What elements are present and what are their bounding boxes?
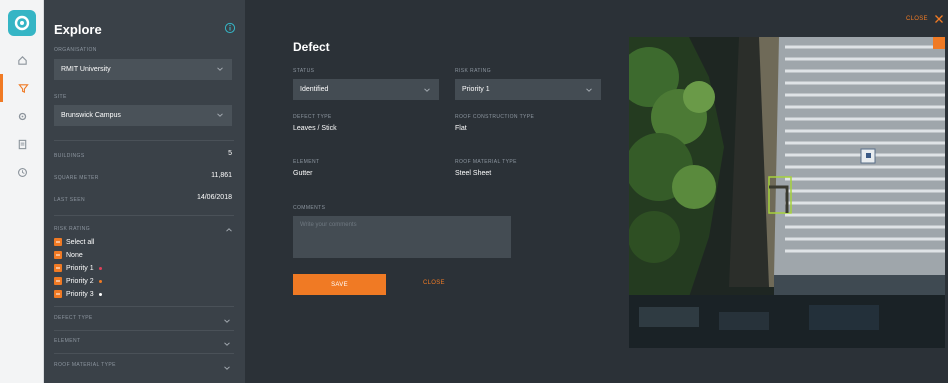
roof-construction-type-value: Flat (455, 125, 467, 132)
explore-title: Explore (54, 22, 102, 37)
risk-option-label: Select all (66, 238, 95, 246)
filter-icon[interactable] (0, 74, 44, 102)
status-label: STATUS (293, 68, 315, 74)
icon-rail (0, 0, 44, 383)
priority-dot (98, 292, 102, 296)
risk-option-priority-2[interactable]: Priority 2 (54, 276, 102, 286)
organisation-select[interactable]: RMIT University (54, 59, 232, 80)
settings-icon[interactable] (0, 102, 44, 130)
status-select[interactable]: Identified (293, 79, 439, 100)
app-logo-icon[interactable] (8, 10, 36, 36)
comments-label: COMMENTS (293, 205, 326, 211)
roof-material-type-label: ROOF MATERIAL TYPE (455, 159, 517, 165)
risk-rating-select[interactable]: Priority 1 (455, 79, 601, 100)
document-icon[interactable] (0, 130, 44, 158)
risk-option-label: Priority 3 (66, 290, 94, 298)
square-meter-value: 11,861 (211, 172, 232, 179)
divider (54, 353, 234, 354)
defect-title: Defect (293, 40, 330, 54)
chevron-down-icon (224, 319, 230, 323)
checkbox-icon[interactable] (54, 238, 62, 246)
close-button[interactable]: CLOSE (423, 280, 445, 286)
chevron-down-icon (224, 342, 230, 346)
filter-roof-material-label: ROOF MATERIAL TYPE (54, 362, 116, 368)
site-select[interactable]: Brunswick Campus (54, 105, 232, 126)
clock-icon[interactable] (0, 158, 44, 186)
divider (54, 330, 234, 331)
last-seen-label: LAST SEEN (54, 197, 86, 203)
priority-dot (98, 279, 102, 283)
risk-rating-label[interactable]: RISK RATING (54, 226, 90, 232)
priority-dot (98, 266, 102, 270)
risk-option-label: Priority 2 (66, 277, 94, 285)
roof-material-type-value: Steel Sheet (455, 170, 492, 177)
save-button[interactable]: SAVE (293, 274, 386, 295)
chevron-down-icon (224, 366, 230, 370)
checkbox-icon[interactable] (54, 277, 62, 285)
status-value: Identified (300, 86, 329, 93)
roof-construction-type-label: ROOF CONSTRUCTION TYPE (455, 114, 535, 120)
filter-element[interactable]: ELEMENT (54, 338, 234, 348)
chevron-down-icon (217, 113, 223, 117)
divider (54, 215, 234, 216)
checkbox-icon[interactable] (54, 251, 62, 259)
element-value: Gutter (293, 170, 313, 177)
defect-type-label: DEFECT TYPE (293, 114, 332, 120)
risk-option-priority-1[interactable]: Priority 1 (54, 263, 102, 273)
explore-panel: Explore ORGANISATION RMIT University SIT… (44, 0, 245, 383)
filter-defect-type[interactable]: DEFECT TYPE (54, 315, 234, 325)
filter-element-label: ELEMENT (54, 338, 81, 344)
roof-aerial-image (629, 37, 945, 348)
info-icon[interactable] (224, 21, 236, 34)
risk-rating-value: Priority 1 (462, 86, 490, 93)
defect-photo (629, 37, 945, 348)
chevron-down-icon (586, 88, 592, 92)
checkbox-icon[interactable] (54, 290, 62, 298)
buildings-value: 5 (228, 150, 232, 157)
element-label: ELEMENT (293, 159, 320, 165)
defect-view: CLOSE Defect STATUS Identified RISK RATI… (245, 0, 948, 383)
chevron-down-icon (424, 88, 430, 92)
risk-option-none[interactable]: None (54, 250, 83, 260)
filter-roof-material-type[interactable]: ROOF MATERIAL TYPE (54, 362, 234, 372)
risk-option-label: Priority 1 (66, 264, 94, 272)
organisation-value: RMIT University (61, 66, 111, 73)
square-meter-label: SQUARE METER (54, 175, 99, 181)
checkbox-icon[interactable] (54, 264, 62, 272)
close-icon[interactable] (934, 14, 944, 24)
chevron-up-icon[interactable] (225, 226, 233, 234)
site-label: SITE (54, 94, 67, 100)
risk-option-label: None (66, 251, 83, 259)
risk-option-select-all[interactable]: Select all (54, 237, 94, 247)
organisation-label: ORGANISATION (54, 47, 97, 53)
header-close-link[interactable]: CLOSE (906, 16, 928, 22)
risk-option-priority-3[interactable]: Priority 3 (54, 289, 102, 299)
buildings-label: BUILDINGS (54, 153, 85, 159)
chevron-down-icon (217, 67, 223, 71)
divider (54, 140, 234, 141)
app-window: Explore ORGANISATION RMIT University SIT… (0, 0, 948, 383)
site-value: Brunswick Campus (61, 112, 121, 119)
last-seen-value: 14/06/2018 (196, 194, 232, 201)
risk-rating-field-label: RISK RATING (455, 68, 491, 74)
defect-type-value: Leaves / Stick (293, 125, 337, 132)
home-icon[interactable] (0, 46, 44, 74)
filter-defect-type-label: DEFECT TYPE (54, 315, 93, 321)
comments-textarea[interactable]: Write your comments (293, 216, 511, 258)
divider (54, 306, 234, 307)
